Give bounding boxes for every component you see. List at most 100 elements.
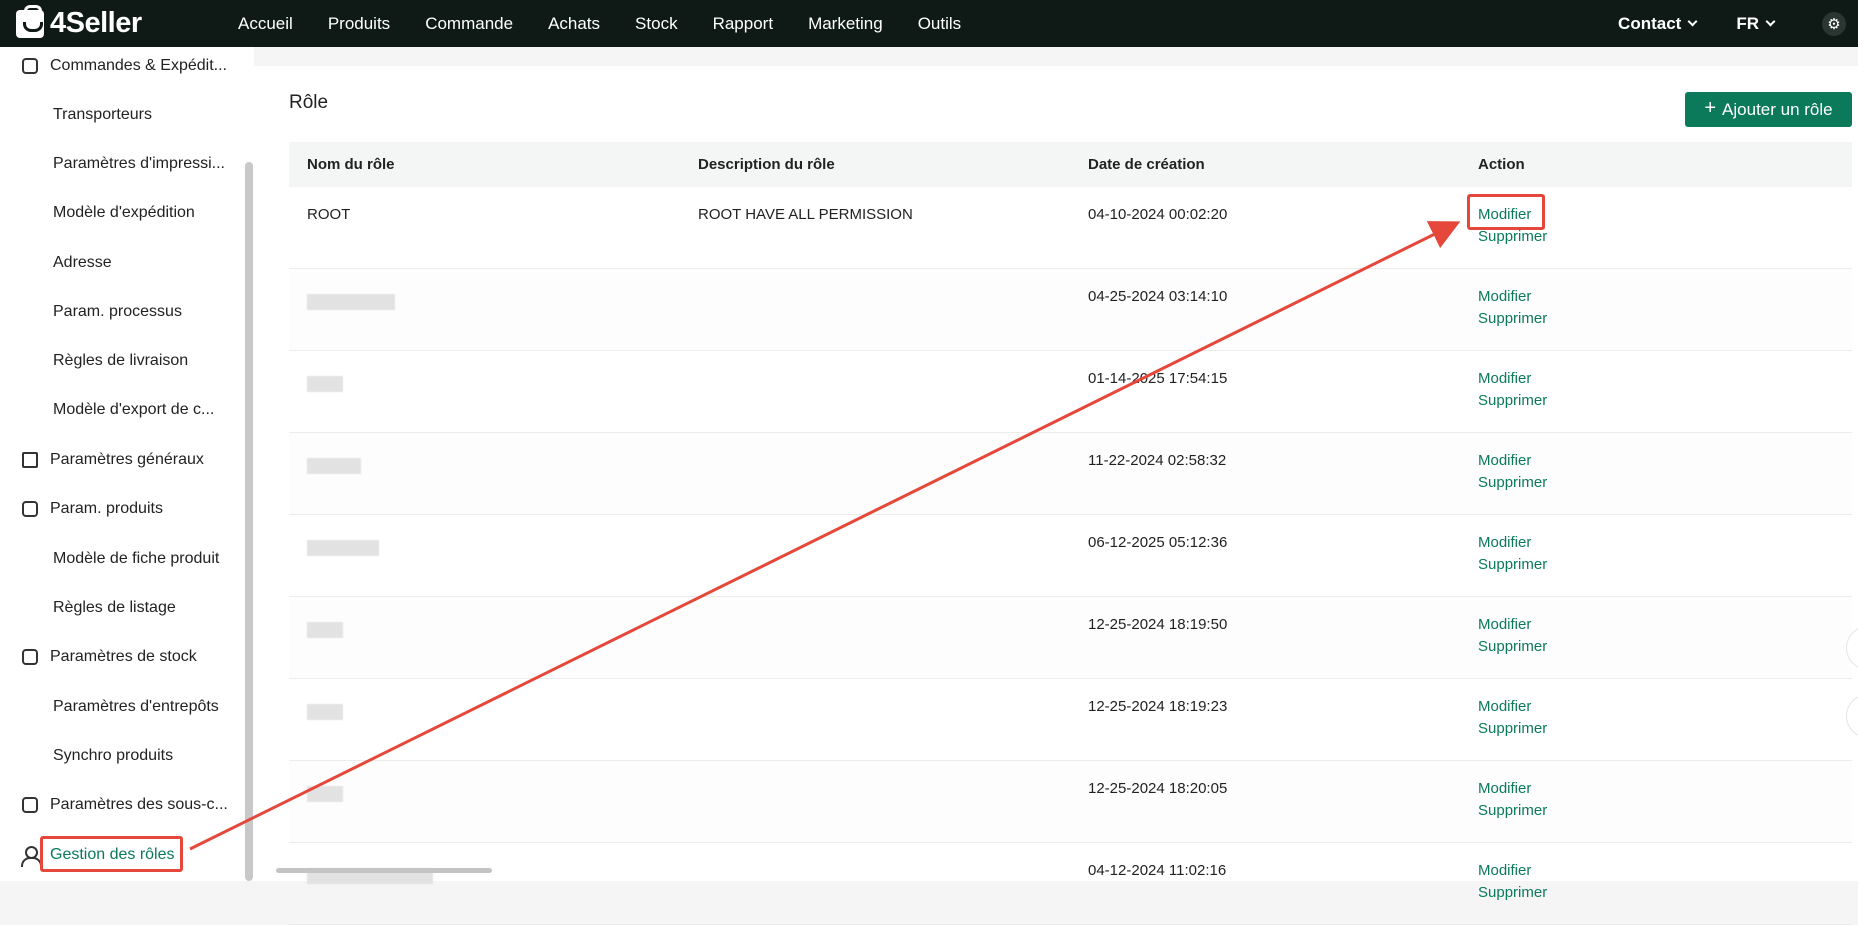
delete-link[interactable]: Supprimer xyxy=(1478,879,1852,906)
nav-item-outils[interactable]: Outils xyxy=(918,14,961,34)
delete-link[interactable]: Supprimer xyxy=(1478,633,1852,660)
nav-item-stock[interactable]: Stock xyxy=(635,14,678,34)
sidebar-item-processus[interactable]: Param. processus xyxy=(53,297,182,327)
role-date: 06-12-2025 05:12:36 xyxy=(1088,534,1228,551)
nav-item-produits[interactable]: Produits xyxy=(328,14,390,34)
redacted-text xyxy=(307,704,343,720)
sidebar-item-modele-export[interactable]: Modèle d'export de c... xyxy=(53,395,214,425)
role-description xyxy=(680,370,1070,432)
table-row: 12-25-2024 18:19:50 Modifier Supprimer xyxy=(289,597,1852,679)
role-date: 12-25-2024 18:19:50 xyxy=(1088,616,1228,633)
sidebar-item-label: Adresse xyxy=(53,254,112,271)
user-icon xyxy=(20,845,42,867)
sidebar-item-label: Paramètres d'entrepôts xyxy=(53,698,219,715)
printer-icon xyxy=(20,450,40,470)
row-actions: Modifier Supprimer xyxy=(1460,452,1852,514)
contact-dropdown[interactable]: Contact xyxy=(1618,13,1698,34)
add-role-button[interactable]: + Ajouter un rôle xyxy=(1685,92,1852,127)
add-role-label: Ajouter un rôle xyxy=(1722,99,1833,119)
role-description xyxy=(680,452,1070,514)
column-header-description: Description du rôle xyxy=(698,156,835,173)
delete-link[interactable]: Supprimer xyxy=(1478,797,1852,824)
delete-link[interactable]: Supprimer xyxy=(1478,551,1852,578)
redacted-text xyxy=(307,294,395,310)
role-date: 12-25-2024 18:20:05 xyxy=(1088,780,1228,797)
sidebar-item-label: Modèle d'export de c... xyxy=(53,401,215,418)
table-header: Nom du rôle Description du rôle Date de … xyxy=(289,142,1852,187)
sidebar-item-regles-livraison[interactable]: Règles de livraison xyxy=(53,346,188,376)
row-actions: Modifier Supprimer xyxy=(1460,616,1852,678)
sidebar-item-transporteurs[interactable]: Transporteurs xyxy=(53,100,152,130)
gear-icon[interactable]: ⚙ xyxy=(1822,11,1846,36)
nav-item-achats[interactable]: Achats xyxy=(548,14,600,34)
redacted-text xyxy=(307,540,379,556)
column-header-name: Nom du rôle xyxy=(307,156,395,173)
sidebar-item-label: Param. processus xyxy=(53,303,182,320)
sidebar-item-label: Synchro produits xyxy=(53,747,174,764)
nav-item-accueil[interactable]: Accueil xyxy=(238,14,293,34)
shopping-bag-icon xyxy=(16,4,44,38)
role-name: ROOT xyxy=(307,206,351,223)
sidebar-item-regles-listage[interactable]: Règles de listage xyxy=(53,593,176,623)
sidebar-item-sous-comptes[interactable]: Paramètres des sous-c... xyxy=(20,790,228,820)
badge-icon xyxy=(20,795,40,815)
sidebar-item-parametres-generaux[interactable]: Paramètres généraux xyxy=(20,445,204,475)
brand-name: 4Seller xyxy=(50,7,142,39)
role-description xyxy=(680,862,1070,924)
nav-item-marketing[interactable]: Marketing xyxy=(808,14,883,34)
role-description xyxy=(680,616,1070,678)
language-label: FR xyxy=(1736,13,1759,33)
sidebar-item-adresse[interactable]: Adresse xyxy=(53,248,112,278)
role-name-redacted xyxy=(289,370,680,432)
main-content: Rôle + Ajouter un rôle Nom du rôle Descr… xyxy=(254,66,1858,925)
sidebar-item-parametres-stock[interactable]: Paramètres de stock xyxy=(20,642,197,672)
sidebar-item-label: Modèle d'expédition xyxy=(53,204,195,221)
sidebar-item-label: Règles de livraison xyxy=(53,352,189,369)
sidebar-item-label: Param. produits xyxy=(50,500,163,517)
nav-item-rapport[interactable]: Rapport xyxy=(713,14,773,34)
sidebar-item-modele-expedition[interactable]: Modèle d'expédition xyxy=(53,198,195,228)
role-date: 04-10-2024 00:02:20 xyxy=(1088,206,1228,223)
role-description xyxy=(680,698,1070,760)
row-actions: Modifier Supprimer xyxy=(1460,288,1852,350)
role-date: 11-22-2024 02:58:32 xyxy=(1088,452,1227,469)
role-name-redacted xyxy=(289,534,680,596)
top-navigation-bar: 4Seller Accueil Produits Commande Achats… xyxy=(0,0,1858,47)
sidebar-scrollbar[interactable] xyxy=(245,162,253,881)
sidebar-item-label: Commandes & Expédit... xyxy=(50,57,227,74)
sidebar-item-commandes[interactable]: Commandes & Expédit... xyxy=(20,51,227,81)
delete-link[interactable]: Supprimer xyxy=(1478,387,1852,414)
chevron-down-icon xyxy=(1765,16,1776,26)
sidebar-item-label: Règles de listage xyxy=(53,599,176,616)
delete-link[interactable]: Supprimer xyxy=(1478,469,1852,496)
column-header-action: Action xyxy=(1478,156,1525,173)
plus-icon: + xyxy=(1704,97,1717,119)
delete-link[interactable]: Supprimer xyxy=(1478,715,1852,742)
sidebar-item-impression[interactable]: Paramètres d'impressi... xyxy=(53,149,225,179)
brand-logo[interactable]: 4Seller xyxy=(16,4,206,40)
row-actions: Modifier Supprimer xyxy=(1460,370,1852,432)
sidebar-item-entrepots[interactable]: Paramètres d'entrepôts xyxy=(53,692,219,722)
warehouse-icon xyxy=(20,647,40,667)
role-date: 01-14-2025 17:54:15 xyxy=(1088,370,1228,387)
role-description xyxy=(680,288,1070,350)
row-actions: Modifier Supprimer xyxy=(1460,862,1852,924)
contact-label: Contact xyxy=(1618,13,1682,33)
role-date: 04-25-2024 03:14:10 xyxy=(1088,288,1228,305)
clipboard-icon xyxy=(20,56,40,76)
horizontal-scrollbar[interactable] xyxy=(276,868,492,873)
redacted-text xyxy=(307,622,343,638)
sidebar-item-label: Paramètres généraux xyxy=(50,451,204,468)
chevron-down-icon xyxy=(1687,16,1698,26)
role-name-redacted xyxy=(289,616,680,678)
nav-item-commande[interactable]: Commande xyxy=(425,14,513,34)
language-dropdown[interactable]: FR xyxy=(1736,13,1776,34)
sidebar-item-label: Paramètres des sous-c... xyxy=(50,796,228,813)
table-row: 06-12-2025 05:12:36 Modifier Supprimer xyxy=(289,515,1852,597)
sidebar-item-param-produits[interactable]: Param. produits xyxy=(20,494,163,524)
sidebar-item-synchro-produits[interactable]: Synchro produits xyxy=(53,741,173,771)
main-nav: Accueil Produits Commande Achats Stock R… xyxy=(238,14,996,34)
delete-link[interactable]: Supprimer xyxy=(1478,305,1852,332)
sidebar-item-fiche-produit[interactable]: Modèle de fiche produit xyxy=(53,544,219,574)
upload-box-icon xyxy=(20,499,40,519)
